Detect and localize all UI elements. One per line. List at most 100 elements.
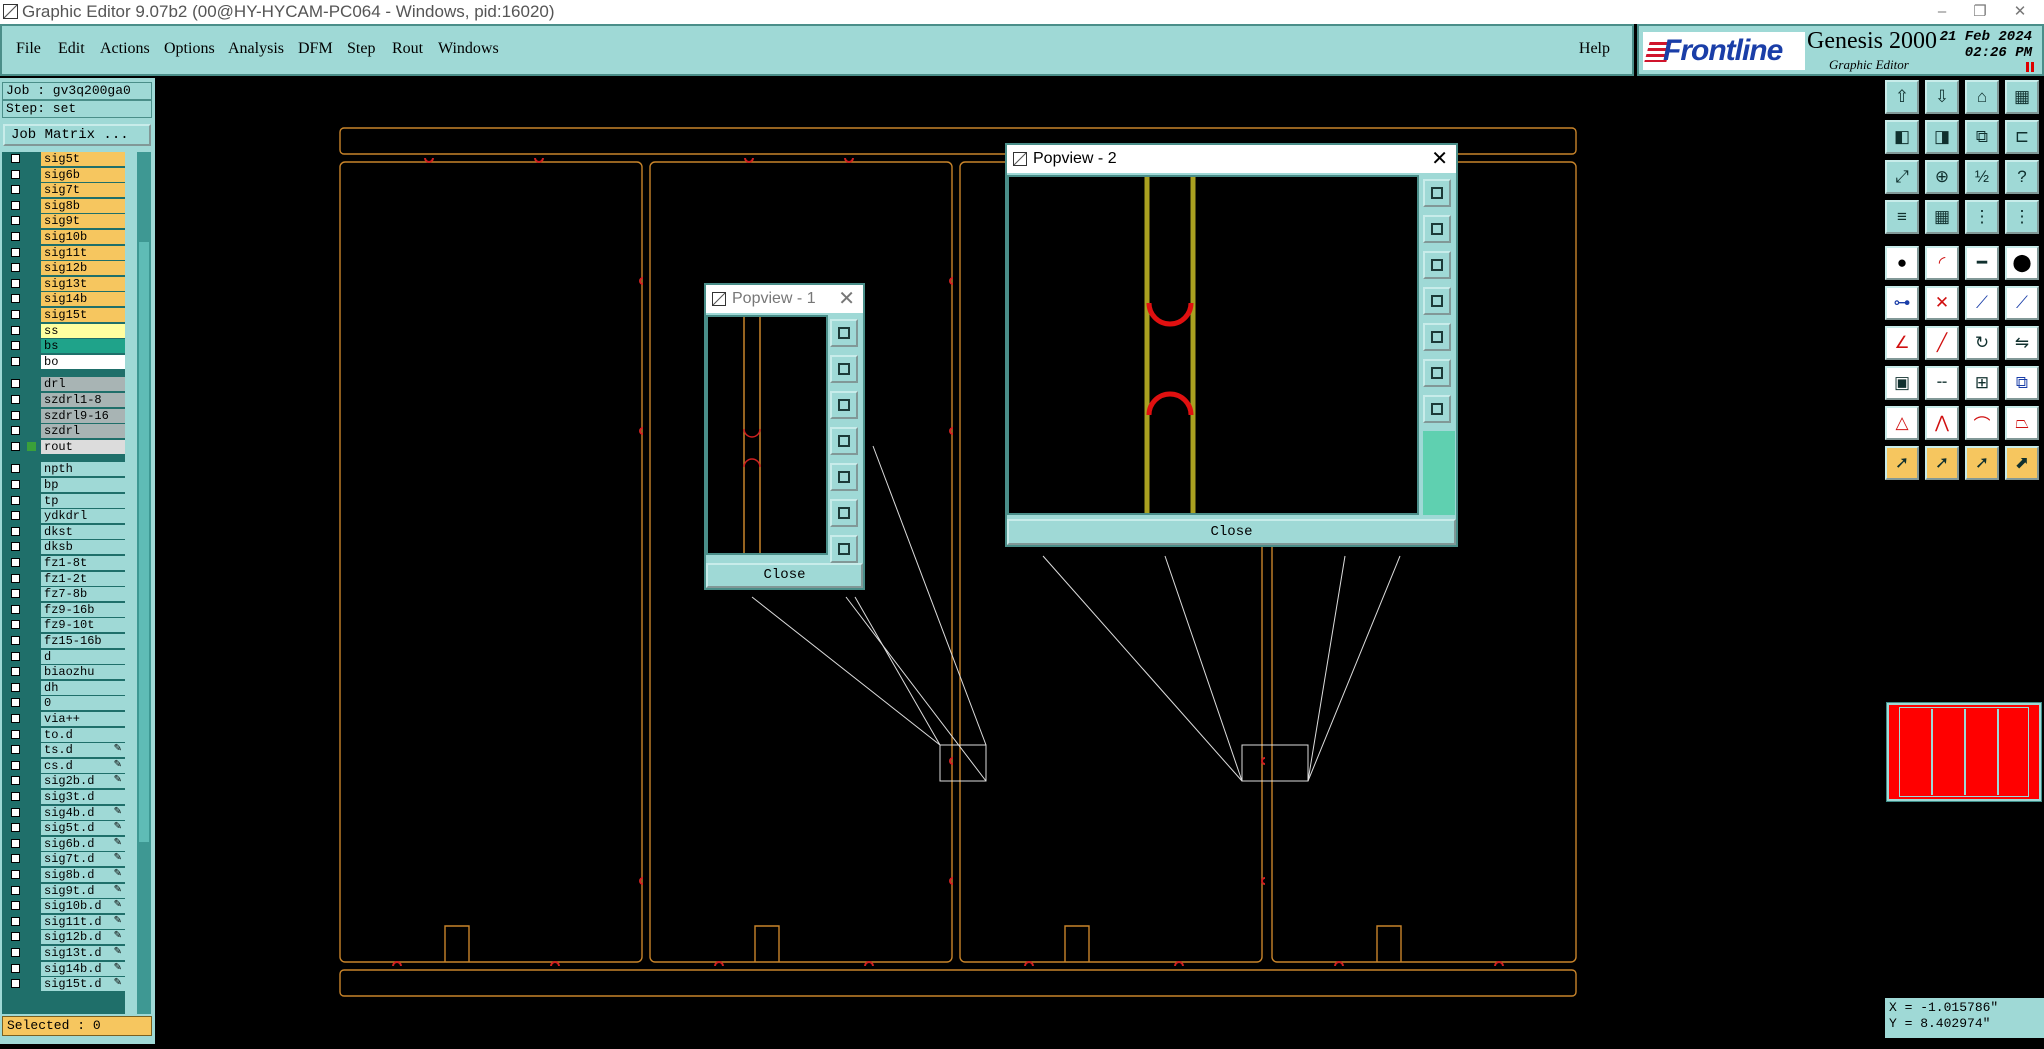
layer-row[interactable]: fz15-16b: [2, 634, 125, 648]
route-button[interactable]: ⋮: [2005, 200, 2039, 234]
line-button[interactable]: ━: [1965, 246, 1999, 280]
layer-row[interactable]: to.d: [2, 727, 125, 742]
measure-button[interactable]: ≡: [1885, 200, 1919, 234]
copy-button[interactable]: ⧉: [2005, 366, 2039, 400]
panel-button[interactable]: ▦: [2005, 80, 2039, 114]
layer-row[interactable]: npth: [2, 462, 125, 477]
layer-name[interactable]: sig10b.d ✎: [41, 899, 125, 914]
layer-row[interactable]: sig7t.d ✎: [2, 852, 125, 867]
layer-name[interactable]: ydkdrl: [41, 509, 125, 524]
layer-checkbox[interactable]: [11, 325, 20, 335]
arc-button[interactable]: ◜: [1925, 246, 1959, 280]
layer-checkbox[interactable]: [11, 901, 20, 911]
layer-checkbox[interactable]: [11, 870, 20, 879]
layer-name[interactable]: rout: [41, 439, 125, 454]
menu-step[interactable]: Step: [347, 40, 375, 58]
layer-name[interactable]: ss: [41, 323, 125, 338]
circle-button[interactable]: ⬤: [2005, 246, 2039, 280]
layer-scrollbar[interactable]: [137, 152, 151, 1014]
layer-checkbox[interactable]: [11, 542, 20, 552]
popview-1-titlebar[interactable]: Popview - 1 ✕: [706, 285, 863, 313]
menu-edit[interactable]: Edit: [58, 40, 85, 58]
select-add-button[interactable]: ➚: [1965, 446, 1999, 480]
layer-checkbox[interactable]: [11, 916, 20, 926]
menu-help[interactable]: Help: [1579, 40, 1610, 58]
close-window-icon[interactable]: ✕: [2000, 0, 2040, 24]
layer-row[interactable]: fz9-16b: [2, 602, 125, 617]
layer-row[interactable]: sig9t: [2, 214, 125, 229]
layer-name[interactable]: sig6b.d ✎: [41, 836, 125, 851]
layer-name[interactable]: fz7-8b: [41, 587, 125, 602]
connect-button[interactable]: ⊶: [1885, 286, 1919, 320]
layer-name[interactable]: sig11t.d ✎: [41, 914, 125, 929]
layer-checkbox[interactable]: [11, 776, 20, 786]
rotate-button[interactable]: ↻: [1965, 326, 1999, 360]
layer-checkbox[interactable]: [11, 589, 20, 599]
layer-row[interactable]: fz9-10t: [2, 618, 125, 633]
layer-name[interactable]: sig14b.d ✎: [41, 961, 125, 976]
layer-checkbox[interactable]: [11, 823, 20, 833]
layer-row[interactable]: fz7-8b: [2, 587, 125, 602]
popview-2-tool-6[interactable]: [1423, 359, 1451, 387]
layer-checkbox[interactable]: [11, 573, 20, 583]
menu-dfm[interactable]: DFM: [298, 40, 333, 58]
popview-1-tool-5[interactable]: [830, 463, 858, 491]
layer-checkbox[interactable]: [11, 807, 20, 817]
layer-row[interactable]: sig11t.d ✎: [2, 914, 125, 929]
menu-windows[interactable]: Windows: [438, 40, 499, 58]
layer-checkbox[interactable]: [11, 745, 20, 755]
minimize-icon[interactable]: –: [1922, 0, 1962, 24]
menu-actions[interactable]: Actions: [100, 40, 150, 58]
layer-checkbox[interactable]: [11, 464, 20, 474]
layer-checkbox[interactable]: [11, 979, 20, 989]
layer-row[interactable]: ydkdrl: [2, 509, 125, 524]
layer-checkbox[interactable]: [11, 667, 20, 677]
layer-name[interactable]: ts.d ✎: [41, 743, 125, 758]
layer-name[interactable]: sig15t: [41, 308, 125, 322]
layer-checkbox[interactable]: [11, 682, 20, 692]
layer-row[interactable]: sig15t: [2, 308, 125, 322]
popview-1-tool-7[interactable]: [830, 535, 858, 563]
layer-checkbox[interactable]: [11, 932, 20, 942]
layer-name[interactable]: biaozhu: [41, 665, 125, 680]
layer-name[interactable]: bp: [41, 478, 125, 492]
popview-2-view[interactable]: [1007, 175, 1419, 515]
layer-name[interactable]: sig15t.d ✎: [41, 977, 125, 992]
layer-row[interactable]: sig14b.d ✎: [2, 961, 125, 976]
slash-button[interactable]: ╱: [1925, 326, 1959, 360]
layer-row[interactable]: d: [2, 649, 125, 664]
layer-checkbox[interactable]: [11, 729, 20, 739]
layer-checkbox[interactable]: [11, 620, 20, 630]
layer-checkbox[interactable]: [11, 885, 20, 895]
triangle-button[interactable]: △: [1885, 406, 1919, 440]
restore-icon[interactable]: ❐: [1960, 0, 2000, 24]
angle-button[interactable]: ∠: [1885, 326, 1919, 360]
layer-name[interactable]: sig5t: [41, 152, 125, 166]
layer-name[interactable]: sig13t: [41, 276, 125, 291]
layer-row[interactable]: rout: [2, 439, 125, 454]
layer-row[interactable]: sig14b: [2, 292, 125, 307]
layer-row[interactable]: sig3t.d: [2, 790, 125, 804]
layer-row[interactable]: sig12b.d ✎: [2, 930, 125, 945]
layer-name[interactable]: drl: [41, 377, 125, 392]
layer-row[interactable]: sig12b: [2, 261, 125, 276]
layer-name[interactable]: dh: [41, 680, 125, 695]
layer-checkbox[interactable]: [11, 480, 20, 489]
layer-checkbox[interactable]: [11, 495, 20, 505]
grid-button[interactable]: ▦: [1925, 200, 1959, 234]
menu-file[interactable]: File: [16, 40, 41, 58]
popview-2-titlebar[interactable]: Popview - 2 ✕: [1007, 145, 1456, 173]
layer-name[interactable]: tp: [41, 493, 125, 508]
layer-checkbox[interactable]: [11, 636, 20, 645]
layer-row[interactable]: sig13t: [2, 276, 125, 291]
layer-row[interactable]: biaozhu: [2, 665, 125, 680]
layer-row[interactable]: sig8b: [2, 198, 125, 213]
layer-name[interactable]: fz15-16b: [41, 634, 125, 648]
layer-row[interactable]: ss: [2, 323, 125, 338]
layer-name[interactable]: sig3t.d: [41, 790, 125, 804]
layer-name[interactable]: sig9t: [41, 214, 125, 229]
layer-row[interactable]: fz1-8t: [2, 556, 125, 570]
box-point-button[interactable]: ▣: [1885, 366, 1919, 400]
layer-name[interactable]: sig9t.d ✎: [41, 883, 125, 898]
layer-row[interactable]: bo: [2, 354, 125, 369]
